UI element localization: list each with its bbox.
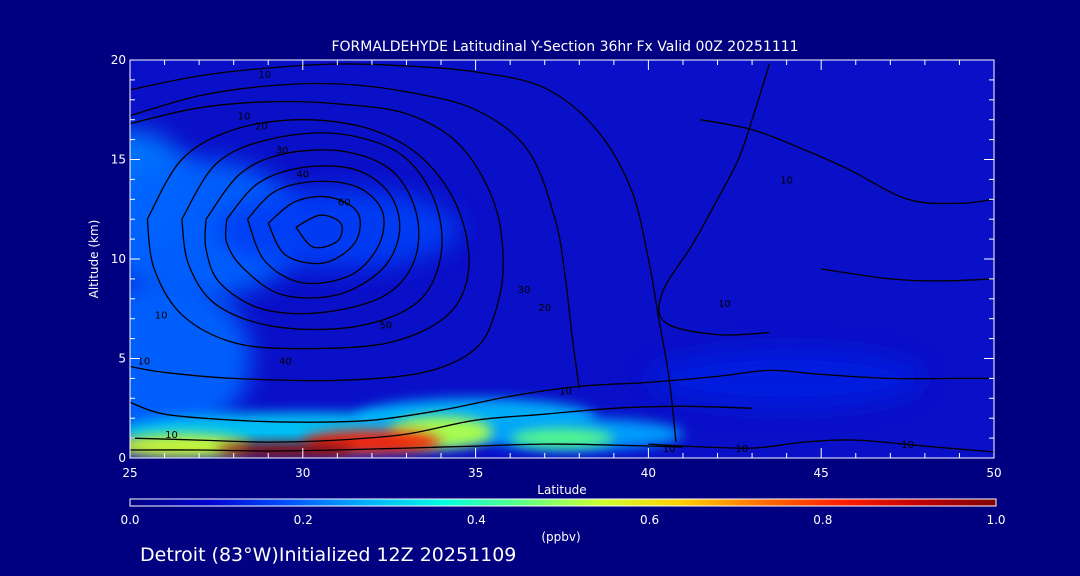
contour-label-16: 10 bbox=[901, 440, 914, 451]
colorbar-gradient bbox=[129, 498, 997, 507]
contour-label-2: 20 bbox=[255, 122, 268, 133]
x-tick-label-1: 30 bbox=[295, 466, 310, 480]
contour-label-13: 10 bbox=[165, 430, 178, 441]
contour-label-0: 10 bbox=[258, 70, 271, 81]
contour-label-7: 20 bbox=[538, 303, 551, 314]
colorbar-tick-label-1: 0.2 bbox=[294, 513, 313, 527]
colorbar-tick-label-4: 0.8 bbox=[813, 513, 832, 527]
contour-label-4: 40 bbox=[296, 169, 309, 180]
contour-label-8: 50 bbox=[379, 321, 392, 332]
contour-label-3: 30 bbox=[276, 146, 289, 157]
colorbar-tick-label-0: 0.0 bbox=[120, 513, 139, 527]
x-tick-label-5: 50 bbox=[986, 466, 1001, 480]
y-tick-label-2: 10 bbox=[111, 252, 126, 266]
y-axis-label: Altitude (km) bbox=[87, 220, 101, 299]
chart-svg: FORMALDEHYDE Latitudinal Y-Section 36hr … bbox=[87, 39, 1006, 566]
contour-label-10: 10 bbox=[155, 311, 168, 322]
contour-label-5: 60 bbox=[338, 197, 351, 208]
contour-label-6: 30 bbox=[518, 285, 531, 296]
colorbar: 0.0 0.2 0.4 0.6 0.8 1.0 (ppbv) bbox=[120, 498, 1006, 544]
colorbar-tick-label-5: 1.0 bbox=[986, 513, 1005, 527]
y-tick-label-1: 5 bbox=[118, 352, 126, 366]
contour-label-18: 10 bbox=[780, 175, 793, 186]
x-tick-label-2: 35 bbox=[468, 466, 483, 480]
contour-label-9: 40 bbox=[279, 356, 292, 367]
footer-text: Detroit (83°W)Initialized 12Z 20251109 bbox=[140, 544, 516, 566]
y-tick-label-3: 15 bbox=[111, 153, 126, 167]
contour-label-12: 10 bbox=[559, 386, 572, 397]
y-tick-label-4: 20 bbox=[111, 53, 126, 67]
contour-label-17: 10 bbox=[718, 299, 731, 310]
x-tick-label-3: 40 bbox=[641, 466, 656, 480]
chart-title: FORMALDEHYDE Latitudinal Y-Section 36hr … bbox=[331, 39, 798, 55]
x-tick-label-0: 25 bbox=[122, 466, 137, 480]
contour-label-1: 10 bbox=[238, 112, 251, 123]
x-tick-label-4: 45 bbox=[814, 466, 829, 480]
colorbar-ticks: 0.0 0.2 0.4 0.6 0.8 1.0 bbox=[120, 513, 1005, 527]
colorbar-label: (ppbv) bbox=[541, 530, 580, 544]
chart-figure: FORMALDEHYDE Latitudinal Y-Section 36hr … bbox=[0, 0, 1080, 576]
x-axis-label: Latitude bbox=[537, 483, 586, 497]
colorbar-tick-label-2: 0.4 bbox=[467, 513, 486, 527]
y-tick-label-0: 0 bbox=[118, 451, 126, 465]
colorbar-tick-label-3: 0.6 bbox=[640, 513, 659, 527]
contour-label-14: 10 bbox=[663, 444, 676, 455]
contour-label-15: 10 bbox=[735, 444, 748, 455]
